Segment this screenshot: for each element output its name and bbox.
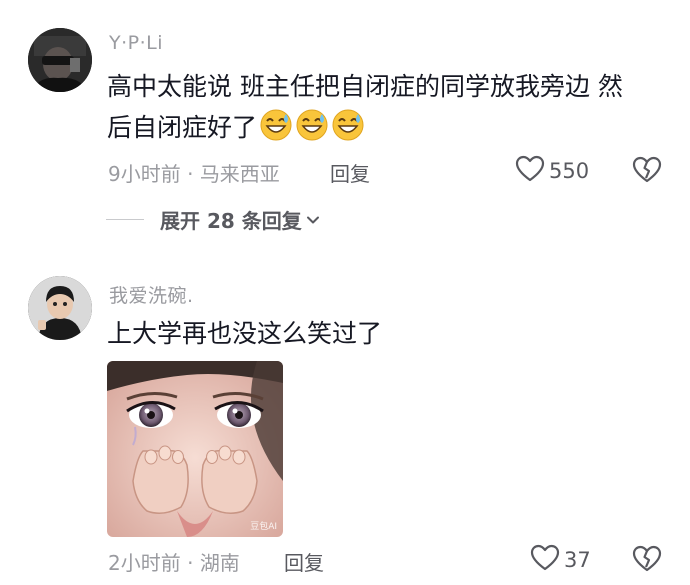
comment-time: 9小时前 xyxy=(108,162,181,186)
reply-button[interactable]: 回复 xyxy=(330,158,370,187)
like-count: 550 xyxy=(549,159,590,183)
sweat-grin-emoji-icon xyxy=(259,108,293,142)
avatar[interactable] xyxy=(28,276,92,340)
image-watermark: 豆包AI xyxy=(250,522,277,532)
avatar[interactable] xyxy=(28,28,92,92)
heart-icon xyxy=(515,155,545,187)
comment-time: 2小时前 xyxy=(108,551,181,575)
broken-heart-icon xyxy=(632,156,662,188)
comment-meta: 2小时前 · 湖南 xyxy=(108,547,240,576)
comment-text: 上大学再也没这么笑过了 xyxy=(107,319,383,348)
chevron-down-icon xyxy=(306,213,320,227)
broken-heart-icon xyxy=(632,545,662,577)
dislike-button[interactable] xyxy=(632,545,662,577)
meta-separator: · xyxy=(180,551,200,575)
comment-text: 高中太能说 班主任把自闭症的同学放我旁边 然后自闭症好了 xyxy=(107,66,647,148)
comment-username[interactable]: Y·P·Li xyxy=(109,32,163,54)
comment-username[interactable]: 我爱洗碗. xyxy=(109,281,194,308)
sweat-grin-emoji-icon xyxy=(295,108,329,142)
expand-replies-button[interactable]: 展开 28 条回复 xyxy=(106,205,320,234)
heart-icon xyxy=(530,544,560,576)
reply-button[interactable]: 回复 xyxy=(284,547,324,576)
like-count: 37 xyxy=(564,548,591,572)
comment-location: 湖南 xyxy=(199,551,240,575)
comment-location: 马来西亚 xyxy=(199,162,280,186)
like-button[interactable]: 550 xyxy=(515,155,589,187)
comment-attached-image[interactable]: 豆包AI xyxy=(107,361,283,537)
divider xyxy=(106,219,144,220)
like-button[interactable]: 37 xyxy=(530,544,591,576)
sweat-grin-emoji-icon xyxy=(331,108,365,142)
meta-separator: · xyxy=(180,162,200,186)
expand-replies-label: 展开 28 条回复 xyxy=(160,209,302,233)
comment-meta: 9小时前 · 马来西亚 xyxy=(108,158,280,187)
dislike-button[interactable] xyxy=(632,156,662,188)
